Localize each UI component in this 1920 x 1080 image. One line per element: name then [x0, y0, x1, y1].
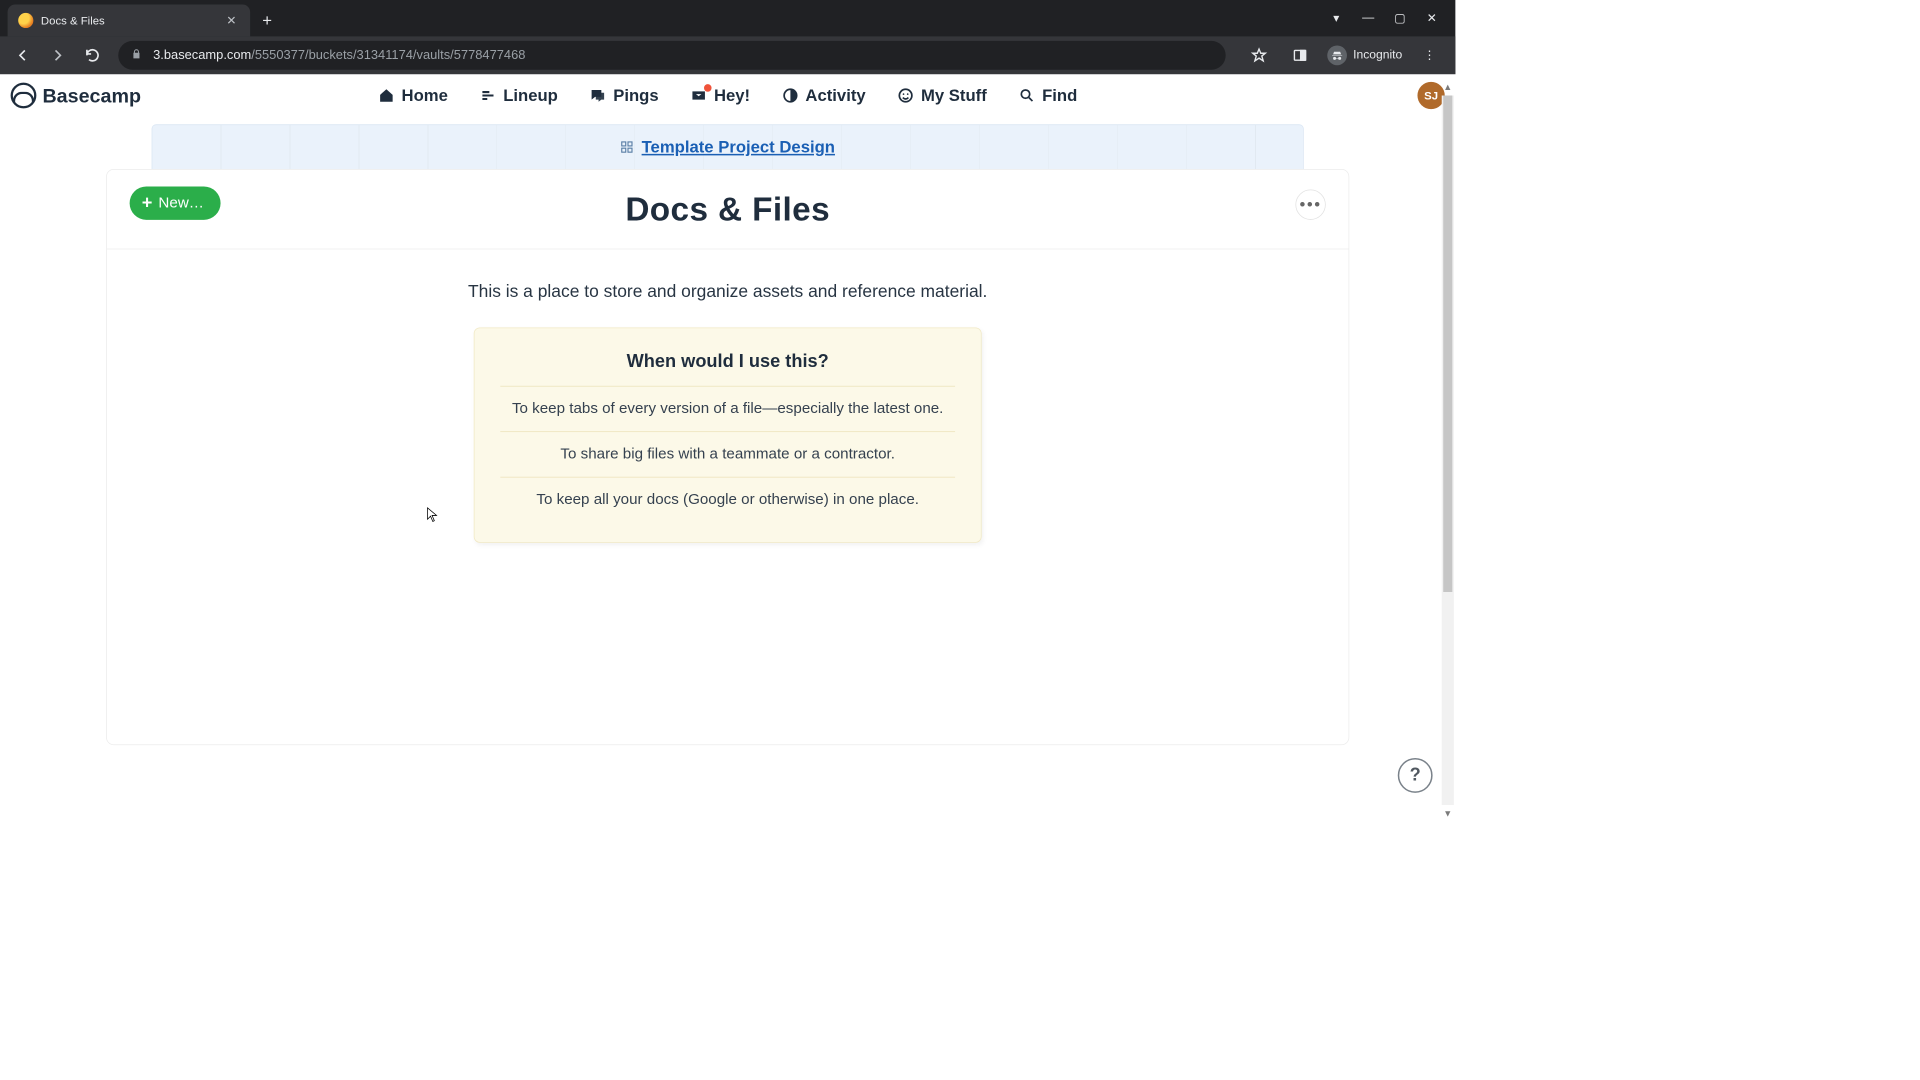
help-button[interactable]: ?	[1398, 758, 1433, 793]
search-icon	[1019, 87, 1036, 104]
tip-row: To keep tabs of every version of a file—…	[500, 386, 955, 431]
nav-mystuff[interactable]: My Stuff	[898, 86, 987, 106]
panel-icon[interactable]	[1286, 42, 1313, 69]
url-text: 3.basecamp.com/5550377/buckets/31341174/…	[153, 48, 525, 63]
activity-icon	[782, 87, 799, 104]
reload-button[interactable]	[79, 42, 106, 69]
nav-home[interactable]: Home	[378, 86, 448, 106]
grid-icon	[620, 140, 634, 154]
ellipsis-icon: •••	[1300, 195, 1322, 215]
favicon-icon	[18, 13, 33, 28]
project-link[interactable]: Template Project Design	[642, 137, 835, 157]
brand-name: Basecamp	[42, 84, 141, 107]
hey-icon	[690, 87, 707, 104]
new-button[interactable]: + New…	[130, 186, 221, 219]
app-nav: Basecamp Home Lineup Pings	[0, 74, 1455, 116]
kebab-menu-icon[interactable]: ⋮	[1416, 42, 1443, 69]
tip-row: To keep all your docs (Google or otherwi…	[500, 477, 955, 522]
browser-toolbar: 3.basecamp.com/5550377/buckets/31341174/…	[0, 36, 1455, 74]
close-tab-icon[interactable]: ✕	[223, 10, 239, 31]
lock-icon	[130, 47, 142, 63]
tab-title: Docs & Files	[41, 14, 223, 27]
avatar[interactable]: SJ	[1417, 82, 1444, 109]
forward-button[interactable]	[44, 42, 71, 69]
back-button[interactable]	[9, 42, 36, 69]
page-title: Docs & Files	[625, 191, 830, 229]
minimize-icon[interactable]: —	[1361, 11, 1375, 25]
help-icon: ?	[1410, 765, 1421, 786]
nav-hey[interactable]: Hey!	[690, 86, 750, 106]
page-subtitle: This is a place to store and organize as…	[107, 281, 1349, 301]
pings-icon	[590, 87, 607, 104]
bookmark-icon[interactable]	[1245, 42, 1272, 69]
scroll-down-icon[interactable]: ▼	[1443, 808, 1452, 819]
maximize-icon[interactable]: ▢	[1393, 11, 1407, 26]
nav-lineup[interactable]: Lineup	[480, 86, 558, 106]
sheet: + New… Docs & Files ••• This is a place …	[106, 169, 1349, 745]
browser-tab[interactable]: Docs & Files ✕	[8, 5, 251, 37]
nav-activity[interactable]: Activity	[782, 86, 866, 106]
new-button-label: New…	[158, 194, 203, 211]
nav-pings[interactable]: Pings	[590, 86, 659, 106]
lineup-icon	[480, 87, 497, 104]
new-tab-button[interactable]: +	[250, 5, 284, 37]
incognito-indicator[interactable]: Incognito	[1327, 45, 1402, 65]
avatar-initials: SJ	[1424, 89, 1438, 102]
notification-dot-icon	[704, 84, 712, 92]
plus-icon: +	[142, 194, 153, 212]
more-menu-button[interactable]: •••	[1295, 190, 1325, 220]
address-bar[interactable]: 3.basecamp.com/5550377/buckets/31341174/…	[118, 41, 1225, 70]
tab-strip: Docs & Files ✕ + ▾ — ▢ ✕	[0, 0, 1455, 36]
tip-title: When would I use this?	[500, 351, 955, 386]
scroll-thumb[interactable]	[1443, 96, 1452, 593]
incognito-icon	[1327, 45, 1347, 65]
scroll-up-icon[interactable]: ▲	[1443, 82, 1452, 93]
home-icon	[378, 87, 395, 104]
scroll-track[interactable]	[1442, 96, 1454, 805]
window-controls: ▾ — ▢ ✕	[1330, 0, 1456, 36]
chevron-down-icon[interactable]: ▾	[1330, 11, 1344, 26]
basecamp-logo-icon	[11, 83, 37, 109]
mystuff-icon	[898, 87, 915, 104]
nav-find[interactable]: Find	[1019, 86, 1078, 106]
cursor-icon	[427, 507, 438, 522]
tip-row: To share big files with a teammate or a …	[500, 431, 955, 476]
project-strip: Template Project Design	[152, 124, 1304, 169]
vertical-scrollbar[interactable]: ▲ ▼	[1442, 82, 1454, 819]
brand-logo[interactable]: Basecamp	[11, 83, 141, 109]
tip-card: When would I use this? To keep tabs of e…	[474, 327, 982, 542]
close-window-icon[interactable]: ✕	[1425, 11, 1439, 26]
